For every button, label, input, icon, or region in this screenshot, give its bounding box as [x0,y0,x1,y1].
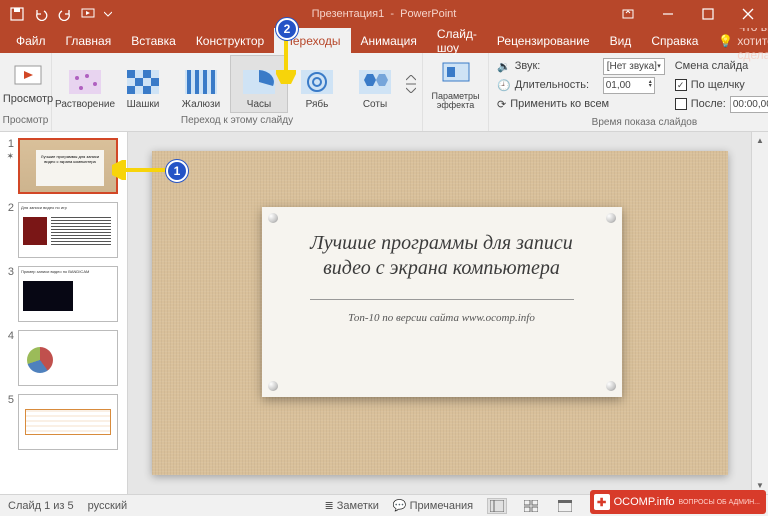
title-card: Лучшие программы для записи видео с экра… [262,207,622,397]
maximize-icon[interactable] [688,0,728,28]
slide-subtitle[interactable]: Топ-10 по версии сайта www.ocomp.info [262,312,622,324]
transition-dissolve[interactable]: Растворение [56,55,114,113]
tab-insert[interactable]: Вставка [121,28,186,53]
slide-title[interactable]: Лучшие программы для записи видео с экра… [262,207,622,287]
undo-icon[interactable] [30,3,52,25]
thumbnail-2[interactable]: 2Для записи видео по игр [4,202,123,258]
tab-slideshow[interactable]: Слайд-шоу [427,28,487,53]
tab-animations[interactable]: Анимация [351,28,427,53]
ribbon-tabs: Файл Главная Вставка Конструктор Переход… [0,28,768,53]
group-label: Время показа слайдов [489,117,768,131]
group-effect-options: Параметры эффекта [423,53,489,131]
ribbon-options-icon[interactable] [608,0,648,28]
tab-design[interactable]: Конструктор [186,28,274,53]
notes-button[interactable]: ≣ Заметки [324,499,378,512]
tab-help[interactable]: Справка [641,28,708,53]
slide-counter: Слайд 1 из 5 [8,500,74,512]
normal-view-icon[interactable] [487,498,507,514]
thumbnail-3[interactable]: 3Пример записи видео по BANDICAM [4,266,123,322]
comments-button[interactable]: 💬 Примечания [393,499,473,512]
tab-review[interactable]: Рецензирование [487,28,600,53]
lightbulb-icon: 💡 [718,34,733,48]
watermark: ✚ OCOMP.info ВОПРОСЫ ОБ АДМИН... [590,490,766,514]
callout-1: 1 [166,160,188,182]
transition-blinds[interactable]: Жалюзи [172,55,230,113]
scroll-up-icon[interactable]: ▲ [752,132,768,149]
work-area: 1✶Лучшие программы для записи видео с эк… [0,132,768,494]
pin-icon [606,381,616,391]
group-transitions: Растворение Шашки Жалюзи Часы Рябь Соты … [52,53,423,131]
vertical-scrollbar[interactable]: ▲ ▼ [751,132,768,494]
tab-home[interactable]: Главная [56,28,122,53]
checkbox-icon: ✓ [675,79,687,91]
save-icon[interactable] [6,3,28,25]
speaker-icon: 🔉 [497,60,511,73]
apply-to-all-button[interactable]: ⟳Применить ко всем [497,95,665,113]
callout-2: 2 [276,18,298,40]
ribbon: Просмотр Просмотр Растворение Шашки Жалю… [0,53,768,132]
tell-me-input[interactable]: 💡Что вы хотите сделать? [708,28,768,53]
plus-icon: ✚ [594,494,610,510]
thumbnail-4[interactable]: 4 [4,330,123,386]
window-controls [608,0,768,28]
start-from-beginning-icon[interactable] [78,3,100,25]
after-spin[interactable]: 00:00,00▴▾ [730,96,768,113]
sorter-view-icon[interactable] [521,498,541,514]
reading-view-icon[interactable] [555,498,575,514]
window-title: Презентация1 - PowerPoint [312,8,457,20]
redo-icon[interactable] [54,3,76,25]
apply-all-icon: ⟳ [497,98,506,111]
transitions-gallery-more[interactable] [404,75,418,93]
group-label: Просмотр [0,115,51,131]
arrow-2 [276,36,296,84]
group-label: Переход к этому слайду [52,115,422,131]
duration-spin[interactable]: 01,00▴▾ [603,77,655,94]
after-checkbox[interactable] [675,98,687,110]
group-timing: 🔉Звук:[Нет звука]▾ 🕘Длительность:01,00▴▾… [489,53,768,131]
tab-file[interactable]: Файл [6,28,56,53]
group-preview: Просмотр Просмотр [0,53,52,131]
arrow-1 [112,160,170,180]
slide-thumbnails: 1✶Лучшие программы для записи видео с эк… [0,132,128,494]
thumbnail-1[interactable]: 1✶Лучшие программы для записи видео с эк… [4,138,123,194]
preview-icon [13,63,43,91]
tab-view[interactable]: Вид [600,28,642,53]
minimize-icon[interactable] [648,0,688,28]
close-icon[interactable] [728,0,768,28]
pin-icon [268,381,278,391]
preview-button[interactable]: Просмотр [4,63,52,105]
qat-more-icon[interactable] [102,3,114,25]
effect-options-button[interactable]: Параметры эффекта [427,55,484,113]
sound-combo[interactable]: [Нет звука]▾ [603,58,665,75]
on-click-checkbox[interactable]: ✓По щелчку [675,76,768,94]
thumbnail-5[interactable]: 5 [4,394,123,450]
quick-access-toolbar [0,3,114,25]
clock-icon: 🕘 [497,79,511,92]
transition-checkerboard[interactable]: Шашки [114,55,172,113]
pin-icon [606,213,616,223]
pin-icon [268,213,278,223]
language-indicator[interactable]: русский [88,500,127,512]
transition-honeycomb[interactable]: Соты [346,55,404,113]
slide-canvas-area: Лучшие программы для записи видео с экра… [128,132,751,494]
transition-ripple[interactable]: Рябь [288,55,346,113]
slide-canvas[interactable]: Лучшие программы для записи видео с экра… [152,151,728,475]
title-bar: Презентация1 - PowerPoint [0,0,768,28]
